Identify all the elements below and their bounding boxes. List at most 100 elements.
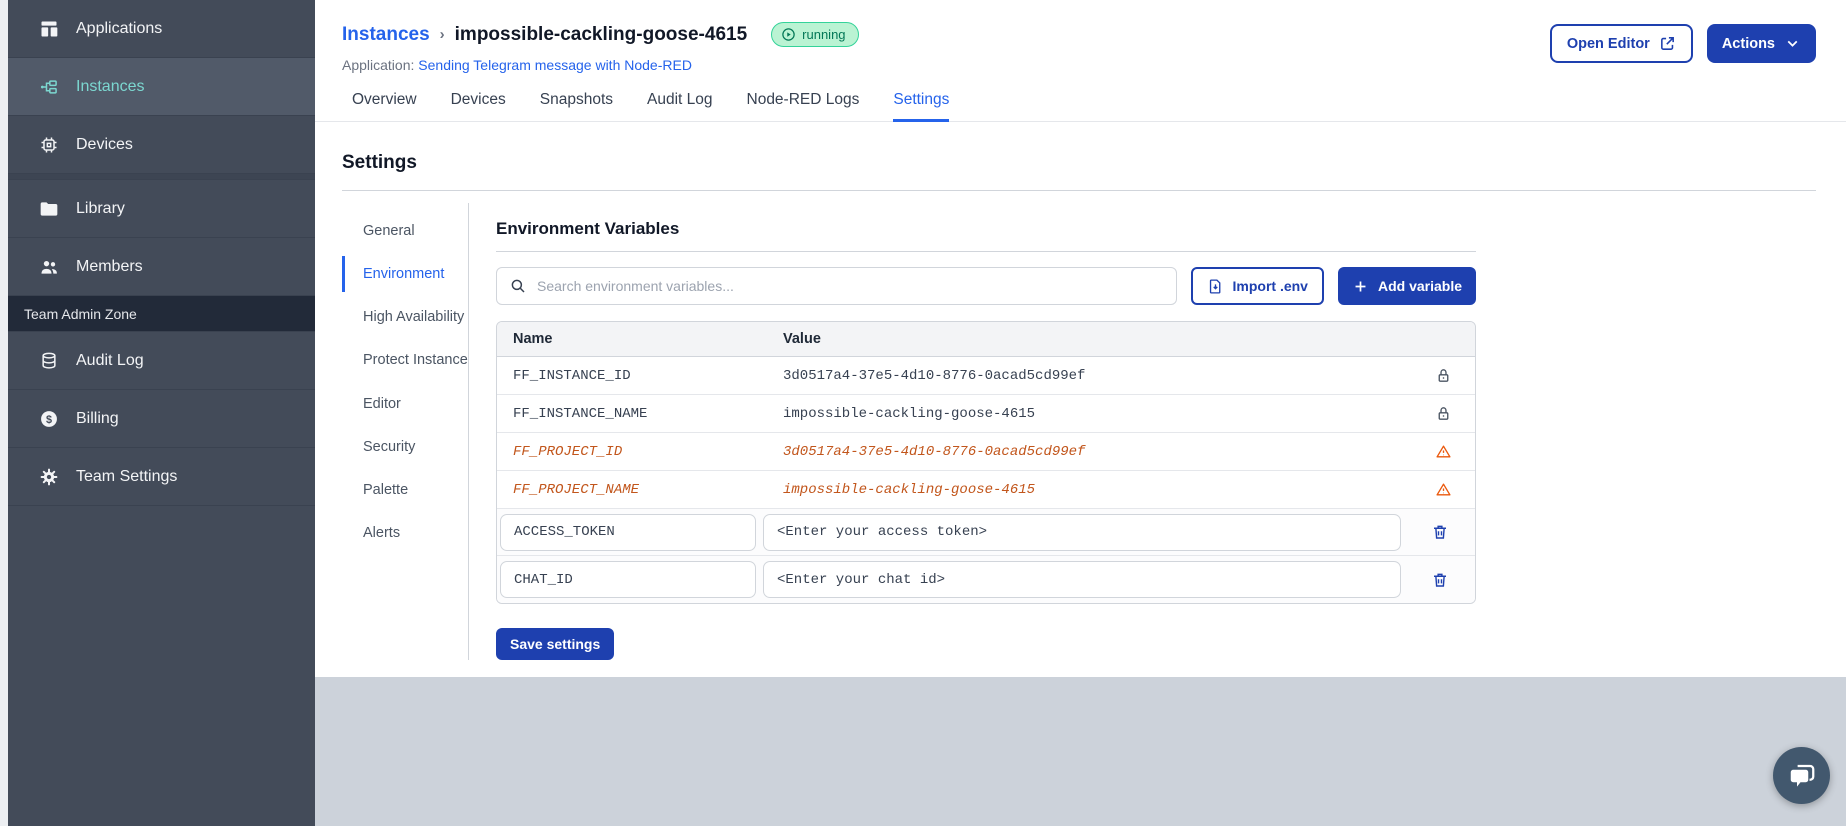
breadcrumb-separator: › [439, 26, 445, 43]
env-var-name: FF_PROJECT_ID [513, 443, 623, 460]
applications-icon [38, 18, 59, 39]
column-header-name: Name [513, 331, 553, 347]
env-var-name-input[interactable] [500, 561, 756, 598]
env-var-value-input[interactable] [763, 561, 1401, 598]
sidebar-item-label: Audit Log [76, 351, 144, 369]
tab-settings[interactable]: Settings [893, 91, 950, 122]
open-editor-label: Open Editor [1566, 35, 1650, 52]
table-header: Name Value [497, 322, 1475, 357]
env-var-value-input[interactable] [763, 513, 1401, 551]
sidebar-item-applications[interactable]: Applications [8, 0, 315, 58]
page-title: Settings [342, 152, 417, 173]
application-label: Application: [342, 57, 415, 73]
main-content: Instances › impossible-cackling-goose-46… [315, 0, 1846, 677]
sidebar-item-instances[interactable]: Instances [8, 58, 315, 116]
status-badge: running [771, 22, 859, 47]
instance-tabs: Overview Devices Snapshots Audit Log Nod… [315, 91, 1846, 122]
chip-icon [38, 134, 59, 155]
settings-nav-environment[interactable]: Environment [342, 256, 468, 293]
sidebar-item-library[interactable]: Library [8, 180, 315, 238]
chevron-down-icon [1787, 40, 1798, 47]
document-download-icon [1209, 278, 1220, 294]
env-var-value: 3d0517a4-37e5-4d10-8776-0acad5cd99ef [783, 443, 1086, 460]
table-row-deprecated: FF_PROJECT_NAME impossible-cackling-goos… [497, 471, 1475, 509]
import-env-label: Import .env [1232, 278, 1308, 294]
title-divider [342, 190, 1816, 191]
add-variable-button[interactable]: Add variable [1337, 267, 1476, 305]
env-var-name: FF_INSTANCE_NAME [513, 405, 648, 422]
settings-nav-palette[interactable]: Palette [342, 472, 468, 508]
header-buttons: Open Editor Actions [1549, 22, 1816, 63]
import-env-button[interactable]: Import .env [1190, 267, 1324, 305]
sidebar-item-label: Devices [76, 135, 133, 153]
settings-nav: General Environment High Availability Pr… [342, 203, 468, 660]
tab-devices[interactable]: Devices [451, 91, 506, 122]
instances-icon [38, 76, 59, 97]
sidebar-item-audit-log[interactable]: Audit Log [8, 332, 315, 390]
folder-icon [38, 198, 59, 219]
environment-section: Environment Variables Import .env A [469, 203, 1476, 660]
env-var-name-input[interactable] [500, 513, 756, 551]
settings-nav-alerts[interactable]: Alerts [342, 515, 468, 551]
sidebar-item-billing[interactable]: $ Billing [8, 390, 315, 448]
sidebar-item-label: Team Settings [76, 467, 178, 485]
save-settings-button[interactable]: Save settings [496, 628, 615, 660]
status-text: running [802, 27, 846, 42]
settings-nav-protect-instance[interactable]: Protect Instance [342, 342, 468, 378]
tab-node-red-logs[interactable]: Node-RED Logs [747, 91, 860, 122]
users-icon [38, 256, 59, 277]
trash-icon[interactable] [1408, 571, 1472, 589]
sidebar-item-members[interactable]: Members [8, 238, 315, 296]
actions-label: Actions [1721, 35, 1775, 52]
instance-header: Instances › impossible-cackling-goose-46… [342, 0, 1816, 73]
application-link[interactable]: Sending Telegram message with Node-RED [418, 57, 692, 73]
application-line: Application: Sending Telegram message wi… [342, 57, 859, 73]
sidebar-item-label: Applications [76, 19, 163, 37]
tab-snapshots[interactable]: Snapshots [540, 91, 613, 122]
svg-text:$: $ [45, 413, 51, 425]
env-var-name: FF_PROJECT_NAME [513, 481, 640, 498]
sidebar-item-label: Billing [76, 409, 119, 427]
settings-nav-editor[interactable]: Editor [342, 386, 468, 422]
play-circle-icon [782, 28, 795, 41]
table-row-editable [497, 556, 1475, 603]
breadcrumb: Instances › impossible-cackling-goose-46… [342, 22, 859, 47]
env-var-value: impossible-cackling-goose-4615 [783, 405, 1036, 422]
sidebar-item-label: Instances [76, 77, 145, 95]
instance-name: impossible-cackling-goose-4615 [454, 23, 748, 45]
sidebar: Applications Instances Devices Library M… [8, 0, 315, 826]
tab-audit-log[interactable]: Audit Log [647, 91, 713, 122]
settings-nav-security[interactable]: Security [342, 429, 468, 465]
actions-button[interactable]: Actions [1706, 24, 1816, 63]
env-toolbar: Import .env Add variable [496, 267, 1476, 305]
gear-icon [38, 466, 59, 487]
tab-overview[interactable]: Overview [352, 91, 417, 122]
column-header-value: Value [783, 331, 821, 347]
add-variable-label: Add variable [1377, 278, 1462, 294]
sidebar-item-devices[interactable]: Devices [8, 116, 315, 174]
open-editor-button[interactable]: Open Editor [1549, 24, 1693, 63]
settings-nav-general[interactable]: General [342, 213, 468, 249]
lock-icon [1411, 405, 1475, 422]
database-icon [38, 350, 59, 371]
settings-nav-high-availability[interactable]: High Availability [342, 299, 468, 335]
sidebar-item-label: Members [76, 257, 143, 275]
sidebar-item-label: Library [76, 199, 125, 217]
chat-icon [1790, 764, 1814, 787]
search-icon [511, 279, 525, 293]
breadcrumb-instances-link[interactable]: Instances [342, 24, 430, 46]
env-var-value: 3d0517a4-37e5-4d10-8776-0acad5cd99ef [783, 367, 1086, 384]
search-input[interactable] [537, 278, 1164, 294]
env-var-name: FF_INSTANCE_ID [513, 367, 631, 384]
lock-icon [1411, 367, 1475, 384]
plus-icon [1355, 281, 1366, 291]
settings-body: General Environment High Availability Pr… [342, 203, 1816, 660]
chat-widget-button[interactable] [1773, 747, 1830, 804]
team-admin-zone-label: Team Admin Zone [24, 305, 137, 322]
table-row-editable [497, 509, 1475, 556]
trash-icon[interactable] [1408, 523, 1472, 541]
table-row-deprecated: FF_PROJECT_ID 3d0517a4-37e5-4d10-8776-0a… [497, 433, 1475, 471]
left-edge-strip [0, 0, 8, 826]
sidebar-item-team-settings[interactable]: Team Settings [8, 448, 315, 506]
main-area: Instances › impossible-cackling-goose-46… [315, 0, 1846, 826]
